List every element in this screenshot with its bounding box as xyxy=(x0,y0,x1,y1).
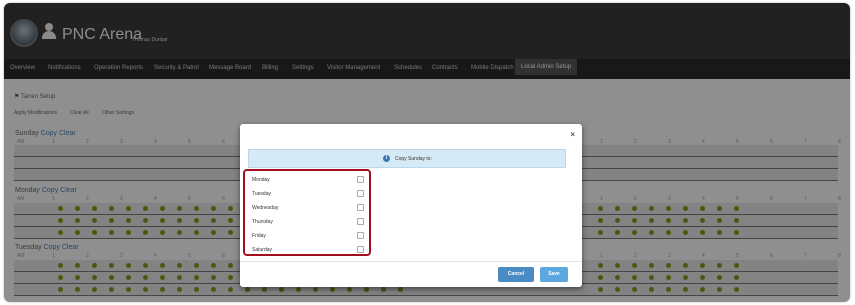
day-label-wednesday: Wednesday xyxy=(252,205,279,211)
checkbox-saturday[interactable] xyxy=(357,246,364,253)
checkbox-wednesday[interactable] xyxy=(357,204,364,211)
cancel-button[interactable]: Cancel xyxy=(498,267,534,282)
close-icon[interactable]: × xyxy=(570,130,575,139)
day-label-tuesday: Tuesday xyxy=(252,191,271,197)
checkbox-friday[interactable] xyxy=(357,232,364,239)
day-label-monday: Monday xyxy=(252,177,270,183)
day-label-friday: Friday xyxy=(252,233,266,239)
info-text: Copy Sunday to: xyxy=(395,156,432,162)
app-window: PNC Arena Thomas Dunbar Overview Notific… xyxy=(4,3,850,302)
day-label-saturday: Saturday xyxy=(252,247,273,253)
checkbox-tuesday[interactable] xyxy=(357,190,364,197)
copy-day-dialog: × i Copy Sunday to: Monday Tuesday Wedne… xyxy=(240,124,582,287)
info-icon: i xyxy=(383,155,390,162)
dialog-footer-divider xyxy=(240,261,582,262)
day-label-thursday: Thursday xyxy=(252,219,273,225)
save-button[interactable]: Save xyxy=(540,267,568,282)
checkbox-monday[interactable] xyxy=(357,176,364,183)
checkbox-thursday[interactable] xyxy=(357,218,364,225)
info-banner: i Copy Sunday to: xyxy=(248,149,566,168)
